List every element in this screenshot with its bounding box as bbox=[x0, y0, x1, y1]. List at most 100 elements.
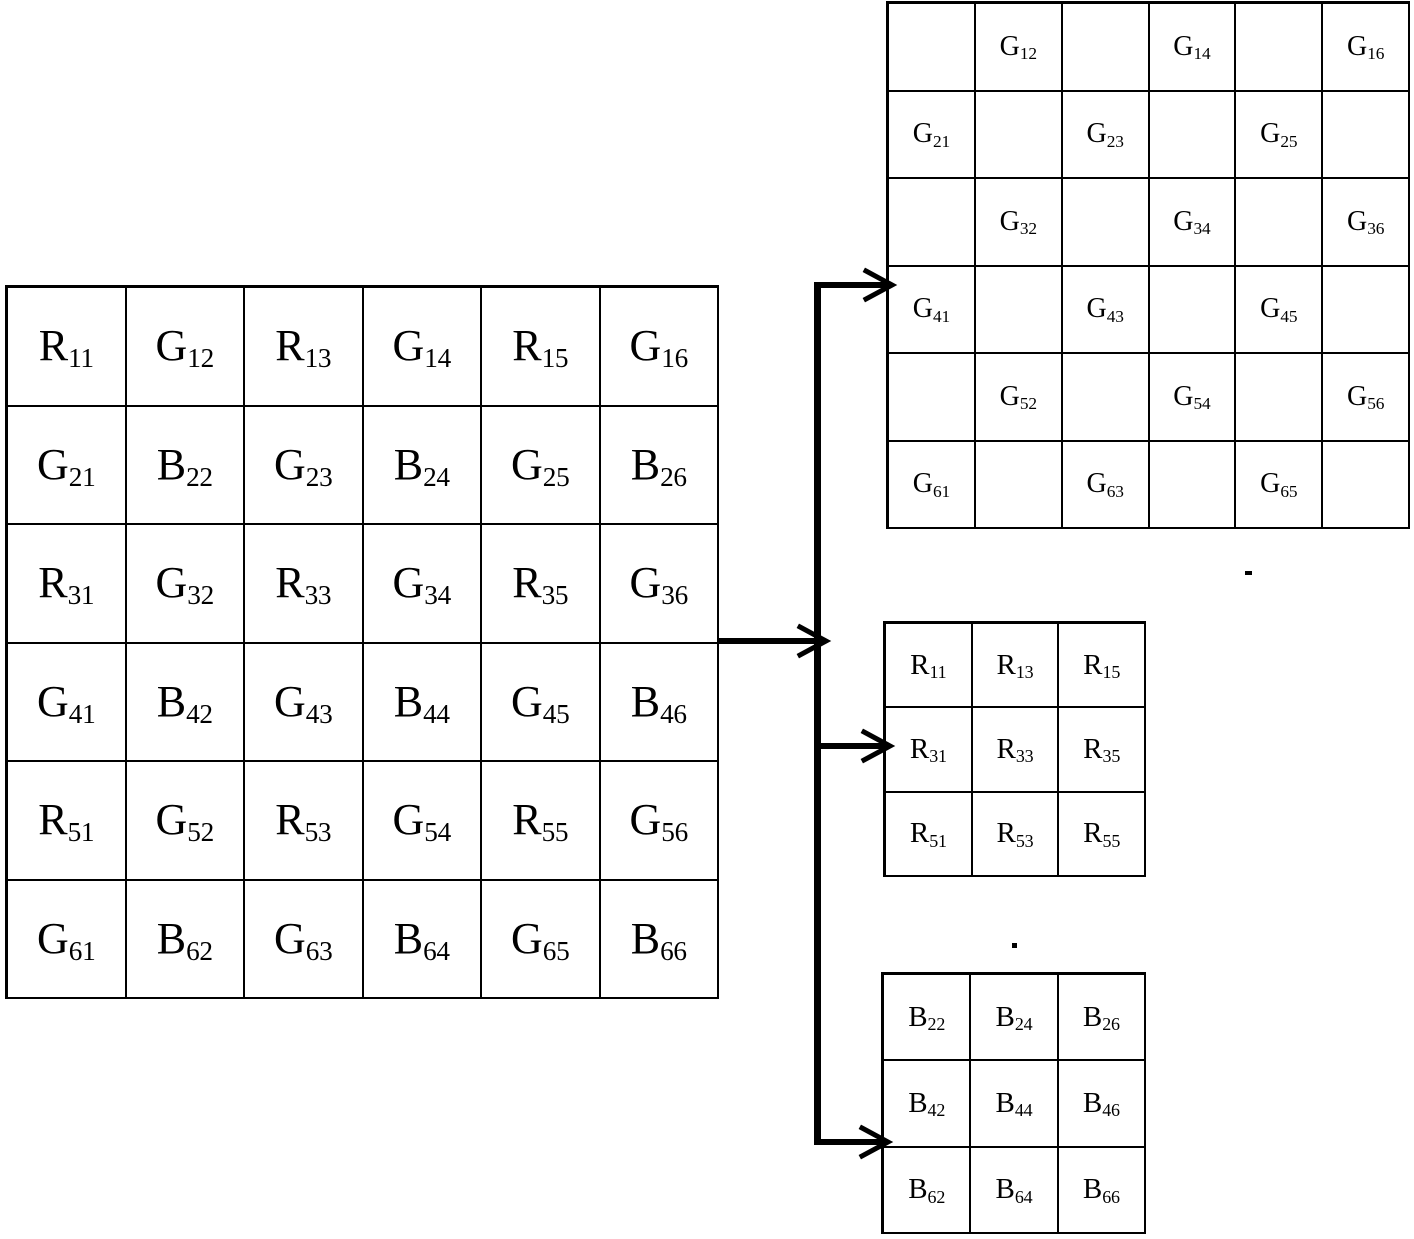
cell-label-subscript: 43 bbox=[305, 698, 333, 729]
cell-label: B62 bbox=[156, 913, 213, 966]
bayer-mosaic-grid-cell-G14: G14 bbox=[363, 288, 482, 407]
cell-label: R35 bbox=[512, 558, 569, 611]
blue-plane-grid: B22 B24 B26 B42 B44 B46 B62 B64 B66 bbox=[881, 972, 1146, 1234]
cell-label: G32 bbox=[155, 558, 214, 611]
cell-label: G25 bbox=[1260, 118, 1298, 151]
cell-label: B46 bbox=[630, 676, 687, 729]
green-plane-grid-cell-G32: G32 bbox=[975, 179, 1063, 267]
bayer-mosaic-grid-cell-G54: G54 bbox=[363, 762, 482, 881]
cell-label: R35 bbox=[1083, 732, 1121, 767]
cell-label-subscript: 63 bbox=[305, 935, 333, 966]
green-plane-grid-cell-empty bbox=[1062, 354, 1150, 442]
cell-label: G23 bbox=[273, 439, 333, 492]
green-plane-grid-cell-empty bbox=[1149, 441, 1237, 529]
cell-label-subscript: 65 bbox=[542, 935, 570, 966]
cell-label-subscript: 55 bbox=[541, 817, 569, 848]
green-plane-grid-cell-G52: G52 bbox=[975, 354, 1063, 442]
cell-label: R13 bbox=[275, 321, 332, 374]
cell-label: B64 bbox=[393, 913, 450, 966]
bayer-mosaic-grid-cell-R31: R31 bbox=[8, 525, 127, 644]
cell-label-subscript: 14 bbox=[1193, 44, 1211, 64]
bayer-mosaic-grid-cell-G52: G52 bbox=[126, 762, 245, 881]
cell-label: G65 bbox=[510, 913, 570, 966]
green-plane-grid-cell-empty bbox=[1149, 91, 1237, 179]
cell-label-subscript: 64 bbox=[423, 935, 450, 966]
cell-label-subscript: 43 bbox=[1106, 306, 1124, 326]
cell-label: B22 bbox=[908, 1000, 946, 1035]
green-plane-grid-cell-G21: G21 bbox=[889, 91, 976, 179]
bayer-mosaic-grid-cell-B22: B22 bbox=[126, 406, 245, 525]
cell-label: G21 bbox=[36, 439, 96, 492]
cell-label-subscript: 42 bbox=[186, 698, 213, 729]
cell-label: B46 bbox=[1082, 1086, 1120, 1121]
green-plane-grid-cell-empty bbox=[1236, 4, 1324, 92]
cell-label: B26 bbox=[1082, 1000, 1120, 1035]
cell-label: R33 bbox=[996, 732, 1034, 767]
bayer-mosaic-grid-cell-G32: G32 bbox=[126, 525, 245, 644]
cell-label-subscript: 23 bbox=[305, 461, 333, 492]
cell-label-subscript: 62 bbox=[927, 1186, 946, 1207]
cell-label-subscript: 45 bbox=[1280, 306, 1298, 326]
cell-label-subscript: 36 bbox=[1367, 219, 1385, 239]
green-plane-grid-cell-G25: G25 bbox=[1236, 91, 1324, 179]
cell-label-subscript: 11 bbox=[929, 662, 947, 683]
bayer-mosaic-grid-cell-R15: R15 bbox=[482, 288, 601, 407]
cell-label-subscript: 15 bbox=[1102, 662, 1121, 683]
cell-label-subscript: 61 bbox=[68, 935, 96, 966]
arrowhead-mosaic-to-trunk-icon bbox=[796, 623, 832, 659]
green-plane-grid-cell-G65: G65 bbox=[1236, 441, 1324, 529]
red-plane-grid: R11 R13 R15 R31 R33 R35 R51 R53 R55 bbox=[883, 621, 1146, 877]
cell-label: B66 bbox=[630, 913, 687, 966]
green-plane-grid-cell-empty bbox=[1323, 441, 1410, 529]
bayer-mosaic-grid-cell-B64: B64 bbox=[363, 880, 482, 999]
blue-plane-grid-cell-B22: B22 bbox=[884, 975, 972, 1062]
cell-label-subscript: 12 bbox=[187, 343, 214, 374]
cell-label: B24 bbox=[393, 439, 450, 492]
cell-label-subscript: 31 bbox=[929, 746, 947, 767]
cell-label: G56 bbox=[1346, 380, 1385, 414]
cell-label-subscript: 61 bbox=[933, 481, 951, 501]
cell-label: R11 bbox=[38, 321, 94, 374]
cell-label: B26 bbox=[630, 439, 687, 492]
cell-label-subscript: 46 bbox=[1102, 1100, 1120, 1121]
cell-label-subscript: 26 bbox=[660, 461, 687, 492]
cell-label-subscript: 32 bbox=[187, 580, 214, 611]
cell-label-subscript: 42 bbox=[927, 1100, 946, 1121]
green-plane-grid-cell-empty bbox=[889, 179, 976, 267]
bayer-mosaic-grid-cell-B44: B44 bbox=[363, 643, 482, 762]
red-plane-grid-cell-R15: R15 bbox=[1059, 624, 1146, 709]
red-plane-grid-cell-R11: R11 bbox=[886, 624, 973, 709]
green-plane-grid-cell-G14: G14 bbox=[1149, 4, 1237, 92]
cell-label-subscript: 33 bbox=[1015, 746, 1034, 767]
cell-label-subscript: 52 bbox=[1019, 394, 1037, 414]
cell-label: G16 bbox=[1346, 30, 1385, 64]
blue-plane-grid-cell-B42: B42 bbox=[884, 1061, 972, 1148]
cell-label: R55 bbox=[512, 795, 569, 848]
cell-label-subscript: 62 bbox=[186, 935, 213, 966]
blue-plane-grid-cell-B66: B66 bbox=[1058, 1147, 1146, 1234]
cell-label-subscript: 35 bbox=[541, 580, 569, 611]
cell-label-subscript: 66 bbox=[660, 935, 687, 966]
cell-label: G61 bbox=[912, 468, 951, 501]
cell-label-subscript: 35 bbox=[1102, 746, 1121, 767]
cell-label: G41 bbox=[912, 293, 951, 326]
cell-label-subscript: 14 bbox=[424, 343, 451, 374]
arrowhead-to-green-plane-icon bbox=[862, 267, 898, 303]
cell-label-subscript: 25 bbox=[542, 461, 570, 492]
cell-label: G65 bbox=[1260, 468, 1298, 501]
red-plane-grid-cell-R55: R55 bbox=[1059, 792, 1146, 877]
cell-label: R53 bbox=[996, 817, 1034, 851]
bayer-mosaic-grid-cell-B42: B42 bbox=[126, 643, 245, 762]
cell-label: G52 bbox=[155, 795, 214, 848]
cell-label-subscript: 53 bbox=[1015, 830, 1034, 851]
cell-label-subscript: 12 bbox=[1019, 44, 1037, 64]
cell-label: B64 bbox=[995, 1173, 1033, 1207]
green-plane-grid-cell-empty bbox=[1062, 179, 1150, 267]
cell-label-subscript: 44 bbox=[1014, 1100, 1033, 1121]
green-plane-grid-cell-G23: G23 bbox=[1062, 91, 1150, 179]
bayer-mosaic-grid: R11 G12 R13 G14 R15 G16 G21 B22 G23 B24 G25 B26 R31 G… bbox=[5, 285, 719, 999]
cell-label-subscript: 24 bbox=[423, 461, 450, 492]
cell-label: G12 bbox=[999, 30, 1037, 64]
cell-label: R51 bbox=[909, 817, 947, 851]
bayer-mosaic-grid-cell-G41: G41 bbox=[8, 643, 127, 762]
